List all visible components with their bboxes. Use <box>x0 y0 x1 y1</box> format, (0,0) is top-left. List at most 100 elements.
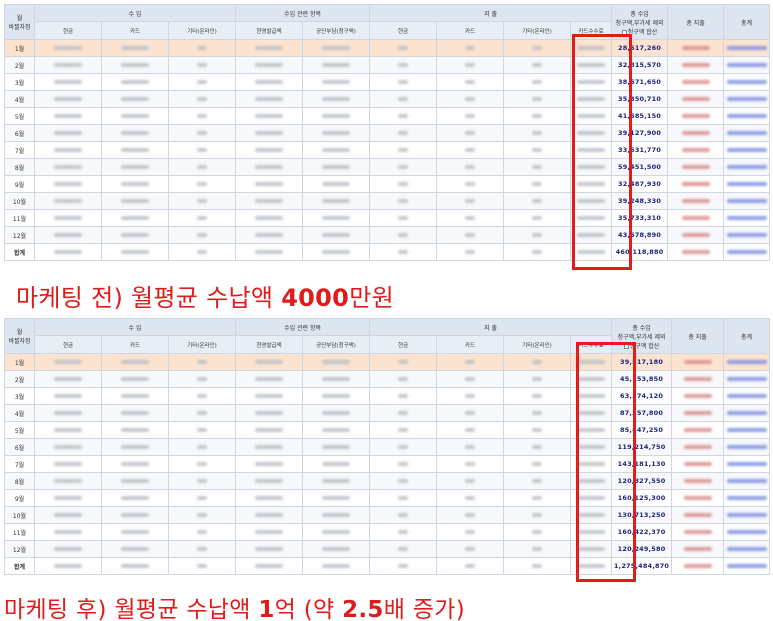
obscured-cell <box>101 472 169 490</box>
table-body-before: 1월 28,517,260 2월 32,815,570 3월 38,571,650 4월 35… <box>4 39 771 261</box>
month-cell: 12월 <box>4 226 35 244</box>
obscured-cell <box>723 73 771 91</box>
obscured-cell <box>369 438 438 456</box>
checkbox-icon[interactable] <box>621 29 627 35</box>
obscured-cell <box>302 387 371 405</box>
obscured-cell <box>34 175 102 193</box>
net-header: 총계 <box>723 4 771 40</box>
obscured-cell <box>101 141 169 159</box>
net-header: 총계 <box>723 318 771 354</box>
obscured-cell <box>436 455 505 473</box>
obscured-cell <box>369 226 438 244</box>
income-total-cell: 38,571,650 <box>611 73 669 91</box>
month-cell: 12월 <box>4 540 35 558</box>
obscured-cell <box>302 90 371 108</box>
month-cell: 합계 <box>4 557 35 575</box>
obscured-cell <box>369 353 438 371</box>
obscured-cell <box>101 489 169 507</box>
obscured-cell <box>34 158 102 176</box>
obscured-cell <box>235 421 304 439</box>
table-row: 12월 120,249,580 <box>4 540 771 558</box>
month-header: 월 바뀔자정 <box>4 4 35 40</box>
obscured-cell <box>503 243 572 261</box>
month-cell: 4월 <box>4 90 35 108</box>
table-row: 10월 130,713,250 <box>4 506 771 524</box>
obscured-cell <box>167 404 237 422</box>
obscured-cell <box>235 387 304 405</box>
obscured-cell <box>302 438 371 456</box>
obscured-cell <box>503 73 572 91</box>
before-marketing-table: 월 바뀔자정 수 입 수입 관련 항목 지 출 총 수입 청구액,부가세 제외 청구액… <box>4 4 771 272</box>
income-total-cell: 160,422,370 <box>611 523 673 541</box>
obscured-cell <box>436 73 505 91</box>
obscured-cell <box>369 387 438 405</box>
col-income-other: 기타(온라인) <box>167 21 237 40</box>
obscured-cell <box>723 472 771 490</box>
obscured-cell <box>302 209 371 227</box>
table-row: 11월 35,733,310 <box>4 209 771 227</box>
obscured-cell <box>570 421 613 439</box>
obscured-cell <box>235 540 304 558</box>
obscured-cell <box>235 404 304 422</box>
month-header: 월 바뀔자정 <box>4 318 35 354</box>
obscured-cell <box>369 540 438 558</box>
obscured-cell <box>436 421 505 439</box>
obscured-cell <box>235 353 304 371</box>
table-row: 1월 39,517,180 <box>4 353 771 371</box>
obscured-cell <box>723 387 771 405</box>
col-expense-other: 기타(온라인) <box>503 335 572 354</box>
income-total-cell: 45,153,850 <box>611 370 673 388</box>
obscured-cell <box>101 39 169 57</box>
obscured-cell <box>671 370 725 388</box>
obscured-cell <box>167 39 237 57</box>
obscured-cell <box>436 209 505 227</box>
month-cell: 2월 <box>4 370 35 388</box>
obscured-cell <box>34 421 102 439</box>
obscured-cell <box>369 107 438 125</box>
related-group-header: 수입 관련 항목 <box>235 4 371 22</box>
obscured-cell <box>667 175 725 193</box>
checkbox-icon[interactable] <box>623 343 629 349</box>
obscured-cell <box>235 243 304 261</box>
obscured-cell <box>34 73 102 91</box>
table-row: 합계 1,275,484,870 <box>4 557 771 575</box>
obscured-cell <box>369 192 438 210</box>
col-income-card: 카드 <box>101 335 169 354</box>
obscured-cell <box>570 387 613 405</box>
income-total-cell: 143,181,130 <box>611 455 673 473</box>
income-total-cell: 120,327,550 <box>611 472 673 490</box>
obscured-cell <box>723 124 771 142</box>
obscured-cell <box>167 56 237 74</box>
caption-after: 마케팅 후) 월평균 수납액 1억 (약 2.5배 증가) <box>4 597 465 621</box>
obscured-cell <box>570 73 613 91</box>
obscured-cell <box>302 506 371 524</box>
income-total-cell: 32,815,570 <box>611 56 669 74</box>
obscured-cell <box>436 39 505 57</box>
obscured-cell <box>436 141 505 159</box>
table-row: 9월 32,487,930 <box>4 175 771 193</box>
obscured-cell <box>436 353 505 371</box>
obscured-cell <box>667 192 725 210</box>
obscured-cell <box>167 523 237 541</box>
obscured-cell <box>667 56 725 74</box>
obscured-cell <box>235 455 304 473</box>
obscured-cell <box>235 141 304 159</box>
obscured-cell <box>101 540 169 558</box>
month-cell: 6월 <box>4 438 35 456</box>
obscured-cell <box>503 472 572 490</box>
obscured-cell <box>302 404 371 422</box>
col-income-card: 카드 <box>101 21 169 40</box>
obscured-cell <box>671 387 725 405</box>
obscured-cell <box>369 124 438 142</box>
obscured-cell <box>302 192 371 210</box>
obscured-cell <box>436 243 505 261</box>
obscured-cell <box>369 39 438 57</box>
income-group-header: 수 입 <box>33 318 237 336</box>
obscured-cell <box>34 370 102 388</box>
obscured-cell <box>101 192 169 210</box>
income-total-cell: 130,713,250 <box>611 506 673 524</box>
obscured-cell <box>167 209 237 227</box>
obscured-cell <box>723 404 771 422</box>
obscured-cell <box>235 506 304 524</box>
obscured-cell <box>671 523 725 541</box>
